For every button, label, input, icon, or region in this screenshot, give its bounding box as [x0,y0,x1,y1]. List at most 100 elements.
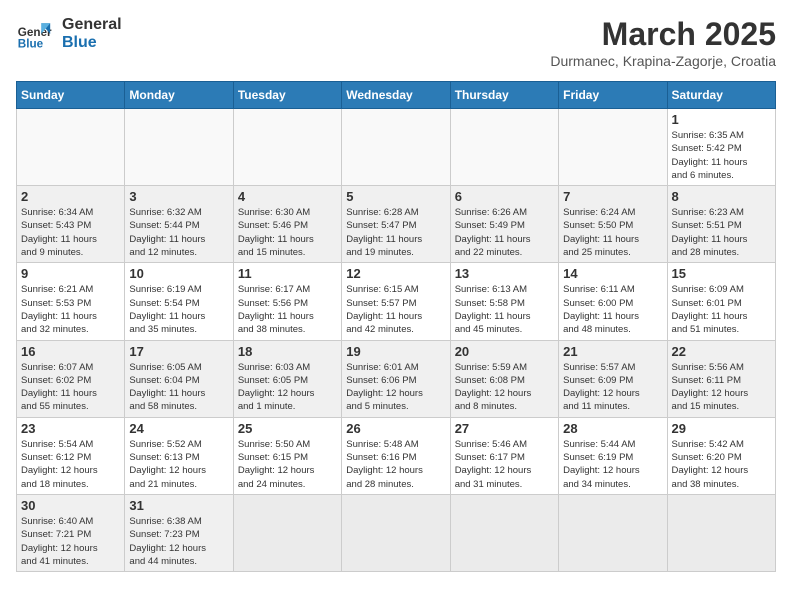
calendar-week-row: 30 Sunrise: 6:40 AM Sunset: 7:21 PM Dayli… [17,494,776,571]
day-info: Sunrise: 6:21 AM Sunset: 5:53 PM Dayligh… [21,283,120,336]
calendar-day-cell: 9 Sunrise: 6:21 AM Sunset: 5:53 PM Daylig… [17,263,125,340]
day-info: Sunrise: 6:32 AM Sunset: 5:44 PM Dayligh… [129,206,228,259]
day-number: 1 [672,112,771,127]
calendar-day-cell [233,494,341,571]
month-title: March 2025 [550,16,776,53]
calendar-day-cell: 27 Sunrise: 5:46 AM Sunset: 6:17 PM Dayli… [450,417,558,494]
logo-general-text: General [62,16,122,34]
calendar-week-row: 1 Sunrise: 6:35 AM Sunset: 5:42 PM Daylig… [17,109,776,186]
day-info: Sunrise: 5:56 AM Sunset: 6:11 PM Dayligh… [672,361,771,414]
day-number: 13 [455,266,554,281]
day-number: 5 [346,189,445,204]
day-number: 24 [129,421,228,436]
day-number: 3 [129,189,228,204]
weekday-header-thursday: Thursday [450,82,558,109]
weekday-header-sunday: Sunday [17,82,125,109]
day-info: Sunrise: 5:50 AM Sunset: 6:15 PM Dayligh… [238,438,337,491]
day-number: 23 [21,421,120,436]
calendar-day-cell: 2Sunrise: 6:34 AM Sunset: 5:43 PM Daylig… [17,186,125,263]
weekday-header-friday: Friday [559,82,667,109]
calendar-day-cell: 26 Sunrise: 5:48 AM Sunset: 6:16 PM Dayli… [342,417,450,494]
day-number: 29 [672,421,771,436]
calendar-day-cell: 7 Sunrise: 6:24 AM Sunset: 5:50 PM Daylig… [559,186,667,263]
day-number: 4 [238,189,337,204]
day-info: Sunrise: 6:09 AM Sunset: 6:01 PM Dayligh… [672,283,771,336]
day-number: 28 [563,421,662,436]
day-number: 31 [129,498,228,513]
day-number: 18 [238,344,337,359]
day-number: 6 [455,189,554,204]
calendar-day-cell: 28 Sunrise: 5:44 AM Sunset: 6:19 PM Dayli… [559,417,667,494]
day-number: 7 [563,189,662,204]
day-info: Sunrise: 6:40 AM Sunset: 7:21 PM Dayligh… [21,515,120,568]
calendar-day-cell: 29Sunrise: 5:42 AM Sunset: 6:20 PM Dayli… [667,417,775,494]
day-info: Sunrise: 6:17 AM Sunset: 5:56 PM Dayligh… [238,283,337,336]
day-info: Sunrise: 6:11 AM Sunset: 6:00 PM Dayligh… [563,283,662,336]
calendar-week-row: 16Sunrise: 6:07 AM Sunset: 6:02 PM Dayli… [17,340,776,417]
day-number: 17 [129,344,228,359]
day-number: 14 [563,266,662,281]
day-info: Sunrise: 6:34 AM Sunset: 5:43 PM Dayligh… [21,206,120,259]
day-info: Sunrise: 6:05 AM Sunset: 6:04 PM Dayligh… [129,361,228,414]
day-info: Sunrise: 6:35 AM Sunset: 5:42 PM Dayligh… [672,129,771,182]
calendar-day-cell: 5 Sunrise: 6:28 AM Sunset: 5:47 PM Daylig… [342,186,450,263]
calendar-day-cell: 14 Sunrise: 6:11 AM Sunset: 6:00 PM Dayli… [559,263,667,340]
weekday-header-wednesday: Wednesday [342,82,450,109]
calendar-day-cell [17,109,125,186]
weekday-header-tuesday: Tuesday [233,82,341,109]
day-info: Sunrise: 5:44 AM Sunset: 6:19 PM Dayligh… [563,438,662,491]
day-info: Sunrise: 6:28 AM Sunset: 5:47 PM Dayligh… [346,206,445,259]
logo: General Blue General Blue [16,16,122,52]
calendar-day-cell: 19 Sunrise: 6:01 AM Sunset: 6:06 PM Dayli… [342,340,450,417]
day-info: Sunrise: 5:52 AM Sunset: 6:13 PM Dayligh… [129,438,228,491]
day-number: 15 [672,266,771,281]
day-number: 8 [672,189,771,204]
page-header: General Blue General Blue March 2025 Dur… [16,16,776,69]
calendar-day-cell: 25Sunrise: 5:50 AM Sunset: 6:15 PM Dayli… [233,417,341,494]
calendar-day-cell: 3 Sunrise: 6:32 AM Sunset: 5:44 PM Daylig… [125,186,233,263]
calendar-day-cell: 12 Sunrise: 6:15 AM Sunset: 5:57 PM Dayli… [342,263,450,340]
calendar-day-cell [450,109,558,186]
calendar-day-cell: 24 Sunrise: 5:52 AM Sunset: 6:13 PM Dayli… [125,417,233,494]
day-info: Sunrise: 5:46 AM Sunset: 6:17 PM Dayligh… [455,438,554,491]
location-text: Durmanec, Krapina-Zagorje, Croatia [550,53,776,69]
day-number: 27 [455,421,554,436]
day-info: Sunrise: 6:13 AM Sunset: 5:58 PM Dayligh… [455,283,554,336]
calendar-week-row: 9 Sunrise: 6:21 AM Sunset: 5:53 PM Daylig… [17,263,776,340]
calendar-week-row: 2Sunrise: 6:34 AM Sunset: 5:43 PM Daylig… [17,186,776,263]
calendar-day-cell: 6Sunrise: 6:26 AM Sunset: 5:49 PM Daylig… [450,186,558,263]
calendar-day-cell [125,109,233,186]
day-number: 9 [21,266,120,281]
calendar-day-cell [667,494,775,571]
day-info: Sunrise: 6:03 AM Sunset: 6:05 PM Dayligh… [238,361,337,414]
calendar-day-cell: 16Sunrise: 6:07 AM Sunset: 6:02 PM Dayli… [17,340,125,417]
calendar-day-cell: 31Sunrise: 6:38 AM Sunset: 7:23 PM Dayli… [125,494,233,571]
day-info: Sunrise: 5:57 AM Sunset: 6:09 PM Dayligh… [563,361,662,414]
calendar-day-cell: 30 Sunrise: 6:40 AM Sunset: 7:21 PM Dayli… [17,494,125,571]
calendar-day-cell: 17 Sunrise: 6:05 AM Sunset: 6:04 PM Dayli… [125,340,233,417]
calendar-day-cell [559,109,667,186]
weekday-header-monday: Monday [125,82,233,109]
calendar-day-cell: 20Sunrise: 5:59 AM Sunset: 6:08 PM Dayli… [450,340,558,417]
calendar-day-cell: 22 Sunrise: 5:56 AM Sunset: 6:11 PM Dayli… [667,340,775,417]
day-info: Sunrise: 5:54 AM Sunset: 6:12 PM Dayligh… [21,438,120,491]
day-number: 19 [346,344,445,359]
day-number: 22 [672,344,771,359]
day-number: 10 [129,266,228,281]
calendar-day-cell: 10Sunrise: 6:19 AM Sunset: 5:54 PM Dayli… [125,263,233,340]
day-info: Sunrise: 5:59 AM Sunset: 6:08 PM Dayligh… [455,361,554,414]
day-number: 12 [346,266,445,281]
calendar-day-cell: 11 Sunrise: 6:17 AM Sunset: 5:56 PM Dayli… [233,263,341,340]
svg-text:Blue: Blue [18,38,44,51]
calendar-day-cell [342,109,450,186]
day-info: Sunrise: 5:48 AM Sunset: 6:16 PM Dayligh… [346,438,445,491]
day-info: Sunrise: 6:01 AM Sunset: 6:06 PM Dayligh… [346,361,445,414]
day-number: 30 [21,498,120,513]
day-info: Sunrise: 6:15 AM Sunset: 5:57 PM Dayligh… [346,283,445,336]
day-number: 11 [238,266,337,281]
calendar-table: SundayMondayTuesdayWednesdayThursdayFrid… [16,81,776,572]
day-number: 26 [346,421,445,436]
weekday-header-saturday: Saturday [667,82,775,109]
day-number: 21 [563,344,662,359]
day-info: Sunrise: 6:24 AM Sunset: 5:50 PM Dayligh… [563,206,662,259]
